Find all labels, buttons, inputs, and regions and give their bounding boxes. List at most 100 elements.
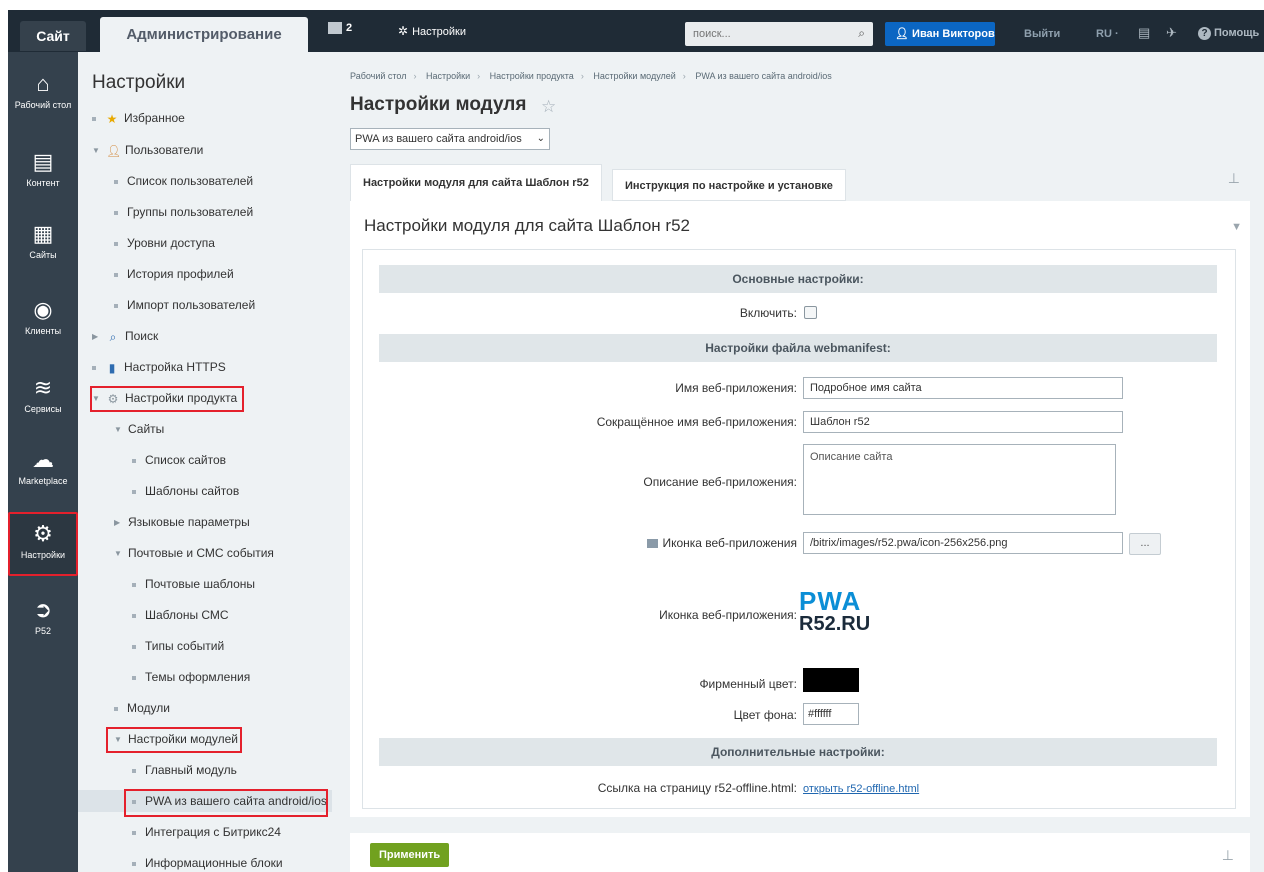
app-name-input[interactable]: Подробное имя сайта: [803, 377, 1123, 399]
menu-item-bitrix24-integration[interactable]: Интеграция с Битрикс24: [78, 821, 332, 843]
menu-item-profile-history[interactable]: История профилей: [78, 263, 332, 285]
menu-item-favorites[interactable]: ★ Избранное: [78, 107, 332, 129]
iconbar-label: Настройки: [20, 550, 66, 560]
collapse-icon[interactable]: ▼: [1231, 221, 1242, 233]
cloud-download-icon: ☁: [32, 447, 54, 472]
iconbar-label: Контент: [26, 178, 60, 188]
iconbar-item-clients[interactable]: ◉ Клиенты: [8, 296, 78, 336]
settings-menu: Настройки ★ Избранное ▼ 👤︎ Пользователи Спи…: [78, 52, 332, 872]
offline-label: Ссылка на страницу r52-offline.html:: [597, 781, 797, 795]
enable-label: Включить:: [739, 306, 797, 320]
menu-item-access-levels[interactable]: Уровни доступа: [78, 232, 332, 254]
menu-title: Настройки: [92, 72, 186, 93]
pin-icon[interactable]: ⊥: [1222, 847, 1234, 864]
highlight-pwa-item: [124, 789, 328, 817]
bg-color-label: Цвет фона:: [733, 708, 797, 722]
menu-item-site-templates[interactable]: Шаблоны сайтов: [78, 480, 332, 502]
pin-icon[interactable]: ⊥: [1228, 170, 1240, 187]
apply-button[interactable]: Применить: [370, 843, 450, 867]
menu-item-modules[interactable]: Модули: [78, 697, 332, 719]
brand-color-swatch[interactable]: [803, 668, 859, 692]
menu-item-search[interactable]: ▶ ⌕ Поиск: [78, 325, 332, 347]
breadcrumb-item[interactable]: Настройки: [426, 71, 470, 81]
iconbar-label: Рабочий стол: [14, 100, 72, 110]
notifications-button[interactable]: 2: [328, 22, 352, 40]
panel-icon[interactable]: ▤: [1138, 25, 1150, 41]
tab-administration[interactable]: Администрирование: [100, 17, 308, 52]
bg-color-input[interactable]: #ffffff: [803, 703, 859, 725]
iconbar-item-content[interactable]: ▤ Контент: [8, 148, 78, 188]
lock-icon: ▮: [108, 360, 116, 375]
settings-form: Основные настройки: Включить: Настройки …: [362, 249, 1236, 809]
logout-link[interactable]: Выйти: [1024, 28, 1060, 40]
language-switcher[interactable]: RU ·: [1096, 28, 1119, 40]
settings-button[interactable]: ✲ Настройки: [398, 24, 466, 38]
menu-item-label: Список сайтов: [145, 453, 227, 467]
menu-item-user-list[interactable]: Список пользователей: [78, 170, 332, 192]
menu-item-sites[interactable]: ▼ Сайты: [78, 418, 332, 440]
section-header-extra: Дополнительные настройки:: [379, 738, 1217, 766]
menu-item-label: Информационные блоки: [145, 856, 283, 870]
iconbar-item-r52[interactable]: ➲ Р52: [8, 596, 78, 636]
search-icon: ⌕: [109, 329, 117, 344]
menu-item-user-groups[interactable]: Группы пользователей: [78, 201, 332, 223]
browse-button[interactable]: ...: [1129, 533, 1161, 555]
menu-item-infoblocks[interactable]: Информационные блоки: [78, 852, 332, 872]
short-name-input[interactable]: Шаблон r52: [803, 411, 1123, 433]
menu-item-label: Главный модуль: [145, 763, 237, 777]
notifications-icon: [328, 22, 342, 35]
gear-icon: ✲: [398, 24, 409, 38]
calendar-icon: ▦: [32, 221, 54, 246]
tab-site[interactable]: Сайт: [20, 21, 86, 51]
breadcrumb-item[interactable]: Настройки продукта: [490, 71, 574, 81]
iconbar-item-settings[interactable]: ⚙ Настройки: [8, 512, 78, 576]
icon-path-label-text: Иконка веб-приложения: [662, 536, 797, 550]
menu-item-label: Группы пользователей: [127, 205, 254, 219]
layers-icon: ≋: [33, 375, 53, 400]
module-select-value: PWA из вашего сайта android/ios: [355, 133, 522, 145]
search-icon[interactable]: ⌕: [858, 26, 865, 41]
menu-item-label: Почтовые и СМС события: [128, 546, 274, 560]
iconbar-item-sites[interactable]: ▦ Сайты: [8, 220, 78, 260]
menu-item-label: Поиск: [125, 329, 159, 343]
menu-item-main-module[interactable]: Главный модуль: [78, 759, 332, 781]
iconbar-label: Marketplace: [18, 476, 68, 486]
menu-item-sms-templates[interactable]: Шаблоны СМС: [78, 604, 332, 626]
highlight-product-settings: [90, 386, 244, 412]
breadcrumb-item[interactable]: Рабочий стол: [350, 71, 407, 81]
menu-item-user-import[interactable]: Импорт пользователей: [78, 294, 332, 316]
icon-path-input[interactable]: /bitrix/images/r52.pwa/icon-256x256.png: [803, 532, 1123, 554]
module-select[interactable]: PWA из вашего сайта android/ios ⌄: [350, 128, 550, 150]
menu-item-label: Темы оформления: [145, 670, 251, 684]
tab-module-settings[interactable]: Настройки модуля для сайта Шаблон r52: [350, 164, 602, 201]
menu-item-language-params[interactable]: ▶ Языковые параметры: [78, 511, 332, 533]
enable-checkbox[interactable]: [804, 306, 817, 319]
menu-item-label: Языковые параметры: [128, 515, 250, 529]
menu-item-label: Пользователи: [125, 143, 204, 157]
menu-item-themes[interactable]: Темы оформления: [78, 666, 332, 688]
user-button[interactable]: 👤︎ Иван Викторов: [885, 22, 995, 46]
iconbar-item-desktop[interactable]: ⌂ Рабочий стол: [8, 70, 78, 110]
menu-item-https[interactable]: ▮ Настройка HTTPS: [78, 356, 332, 378]
offline-link[interactable]: открыть r52-offline.html: [803, 783, 919, 795]
iconbar-item-marketplace[interactable]: ☁ Marketplace: [8, 446, 78, 486]
menu-item-site-list[interactable]: Список сайтов: [78, 449, 332, 471]
iconbar-item-services[interactable]: ≋ Сервисы: [8, 374, 78, 414]
breadcrumb-item[interactable]: Настройки модулей: [593, 71, 675, 81]
breadcrumb-item[interactable]: PWA из вашего сайта android/ios: [695, 71, 831, 81]
pin-icon[interactable]: ✈: [1166, 25, 1177, 41]
menu-item-label: Сайты: [128, 422, 165, 436]
tab-instructions[interactable]: Инструкция по настройке и установке: [612, 169, 846, 201]
menu-item-users[interactable]: ▼ 👤︎ Пользователи: [78, 139, 332, 161]
menu-item-mail-templates[interactable]: Почтовые шаблоны: [78, 573, 332, 595]
icon-preview-label: Иконка веб-приложения:: [659, 608, 797, 622]
help-link[interactable]: ? Помощь: [1198, 27, 1259, 40]
menu-item-mail-sms-events[interactable]: ▼ Почтовые и СМС события: [78, 542, 332, 564]
star-icon[interactable]: ☆: [541, 97, 556, 117]
menu-item-label: Список пользователей: [127, 174, 254, 188]
description-textarea[interactable]: Описание сайта: [803, 444, 1116, 515]
content-icon: ▤: [32, 149, 54, 174]
menu-item-event-types[interactable]: Типы событий: [78, 635, 332, 657]
arrow-circle-icon: ➲: [33, 597, 53, 622]
search-input[interactable]: [685, 22, 845, 46]
